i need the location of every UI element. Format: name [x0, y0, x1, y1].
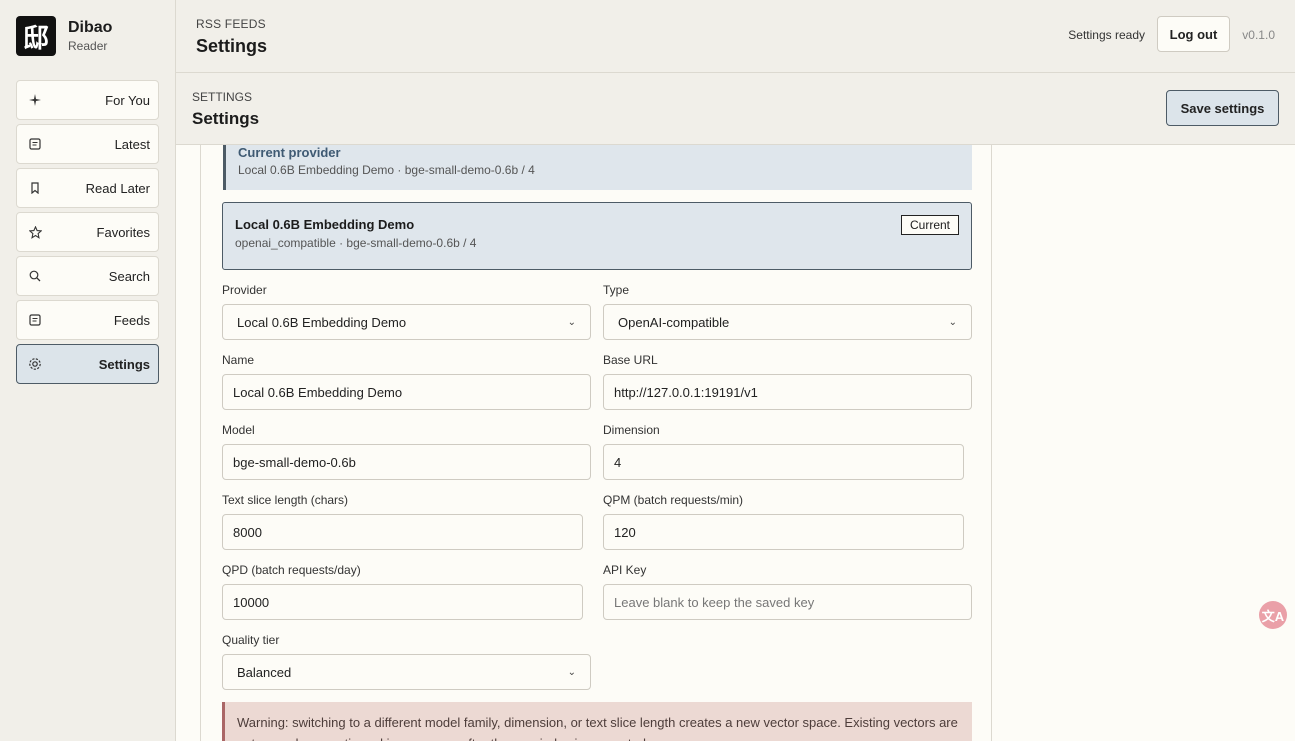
- feed-icon: [28, 313, 42, 327]
- translate-icon[interactable]: 文A: [1259, 601, 1287, 629]
- model-label: Model: [222, 423, 255, 437]
- section-title: Settings: [192, 109, 260, 128]
- version-label: v0.1.0: [1242, 28, 1275, 42]
- qpm-field[interactable]: 120: [603, 514, 964, 550]
- sidebar-item-label: Read Later: [85, 180, 150, 196]
- sidebar-item-label: Search: [108, 268, 150, 284]
- qpd-label: QPD (batch requests/day): [222, 563, 361, 577]
- sidebar-item-label: Settings: [98, 356, 150, 372]
- provider-select[interactable]: Local 0.6B Embedding Demo ⌄: [222, 304, 591, 340]
- sidebar-item-label: Latest: [114, 136, 150, 152]
- sidebar-item-settings[interactable]: Settings: [16, 344, 159, 384]
- current-provider-banner: Current provider Local 0.6B Embedding De…: [223, 145, 972, 190]
- qpd-field[interactable]: 10000: [222, 584, 583, 620]
- model-field[interactable]: bge-small-demo-0.6b: [222, 444, 591, 480]
- sidebar-item-for-you[interactable]: For You: [16, 80, 159, 120]
- name-label: Name: [222, 353, 255, 367]
- settings-panel: Current provider Local 0.6B Embedding De…: [200, 145, 992, 741]
- sidebar-item-label: For You: [105, 92, 150, 108]
- breadcrumb: RSS FEEDS: [196, 17, 266, 31]
- base-url-field[interactable]: http://127.0.0.1:19191/v1: [603, 374, 972, 410]
- api-key-field[interactable]: Leave blank to keep the saved key: [603, 584, 972, 620]
- bookmark-icon: [28, 181, 42, 195]
- dimension-label: Dimension: [603, 423, 660, 437]
- sidebar-item-search[interactable]: Search: [16, 256, 159, 296]
- type-select[interactable]: OpenAI-compatible ⌄: [603, 304, 972, 340]
- chevron-down-icon: ⌄: [567, 666, 576, 678]
- provider-card[interactable]: Local 0.6B Embedding Demo openai_compati…: [222, 202, 972, 270]
- type-label: Type: [603, 283, 630, 297]
- sidebar-item-read-later[interactable]: Read Later: [16, 168, 159, 208]
- save-settings-button[interactable]: Save settings: [1166, 90, 1279, 126]
- section-header: SETTINGS Settings Save settings: [176, 73, 1295, 145]
- sidebar-item-favorites[interactable]: Favorites: [16, 212, 159, 252]
- provider-label: Provider: [222, 283, 267, 297]
- brand[interactable]: 邸 Dibao Reader: [16, 16, 112, 56]
- brand-title: Dibao: [68, 19, 113, 36]
- status-text: Settings ready: [1068, 28, 1145, 42]
- warning-message: Warning: switching to a different model …: [222, 702, 972, 741]
- current-provider-title: Current provider: [238, 145, 341, 160]
- page-title: Settings: [196, 36, 268, 56]
- sidebar-nav: For You Latest Read Later Favorites Sear…: [16, 80, 159, 388]
- gear-icon: [28, 357, 42, 371]
- chevron-down-icon: ⌄: [567, 316, 576, 328]
- sidebar: 邸 Dibao Reader For You Latest Read Later: [0, 0, 176, 741]
- text-slice-label: Text slice length (chars): [222, 493, 349, 507]
- search-icon: [28, 269, 42, 283]
- provider-card-meta: openai_compatible · bge-small-demo-0.6b …: [235, 236, 477, 250]
- name-field[interactable]: Local 0.6B Embedding Demo: [222, 374, 591, 410]
- current-provider-summary: Local 0.6B Embedding Demo · bge-small-de…: [238, 163, 535, 177]
- sidebar-item-latest[interactable]: Latest: [16, 124, 159, 164]
- document-icon: [28, 137, 42, 151]
- sparkle-icon: [28, 93, 42, 107]
- api-key-label: API Key: [603, 563, 647, 577]
- chevron-down-icon: ⌄: [948, 316, 957, 328]
- text-slice-field[interactable]: 8000: [222, 514, 583, 550]
- logout-button[interactable]: Log out: [1157, 16, 1230, 52]
- section-breadcrumb: SETTINGS: [192, 90, 253, 104]
- star-icon: [28, 225, 42, 239]
- base-url-label: Base URL: [603, 353, 658, 367]
- brand-subtitle: Reader: [68, 39, 108, 53]
- sidebar-item-label: Feeds: [113, 312, 150, 328]
- quality-tier-select[interactable]: Balanced ⌄: [222, 654, 591, 690]
- provider-select-value: Local 0.6B Embedding Demo: [237, 314, 407, 330]
- quality-tier-value: Balanced: [237, 664, 292, 680]
- dimension-field[interactable]: 4: [603, 444, 964, 480]
- current-badge: Current: [900, 215, 959, 235]
- logo: 邸: [16, 16, 56, 56]
- quality-tier-label: Quality tier: [222, 633, 280, 647]
- type-select-value: OpenAI-compatible: [618, 314, 730, 330]
- top-header: RSS FEEDS Settings Settings ready Log ou…: [176, 0, 1295, 73]
- sidebar-item-feeds[interactable]: Feeds: [16, 300, 159, 340]
- provider-card-name: Local 0.6B Embedding Demo: [235, 217, 415, 232]
- sidebar-item-label: Favorites: [96, 224, 150, 240]
- qpm-label: QPM (batch requests/min): [603, 493, 744, 507]
